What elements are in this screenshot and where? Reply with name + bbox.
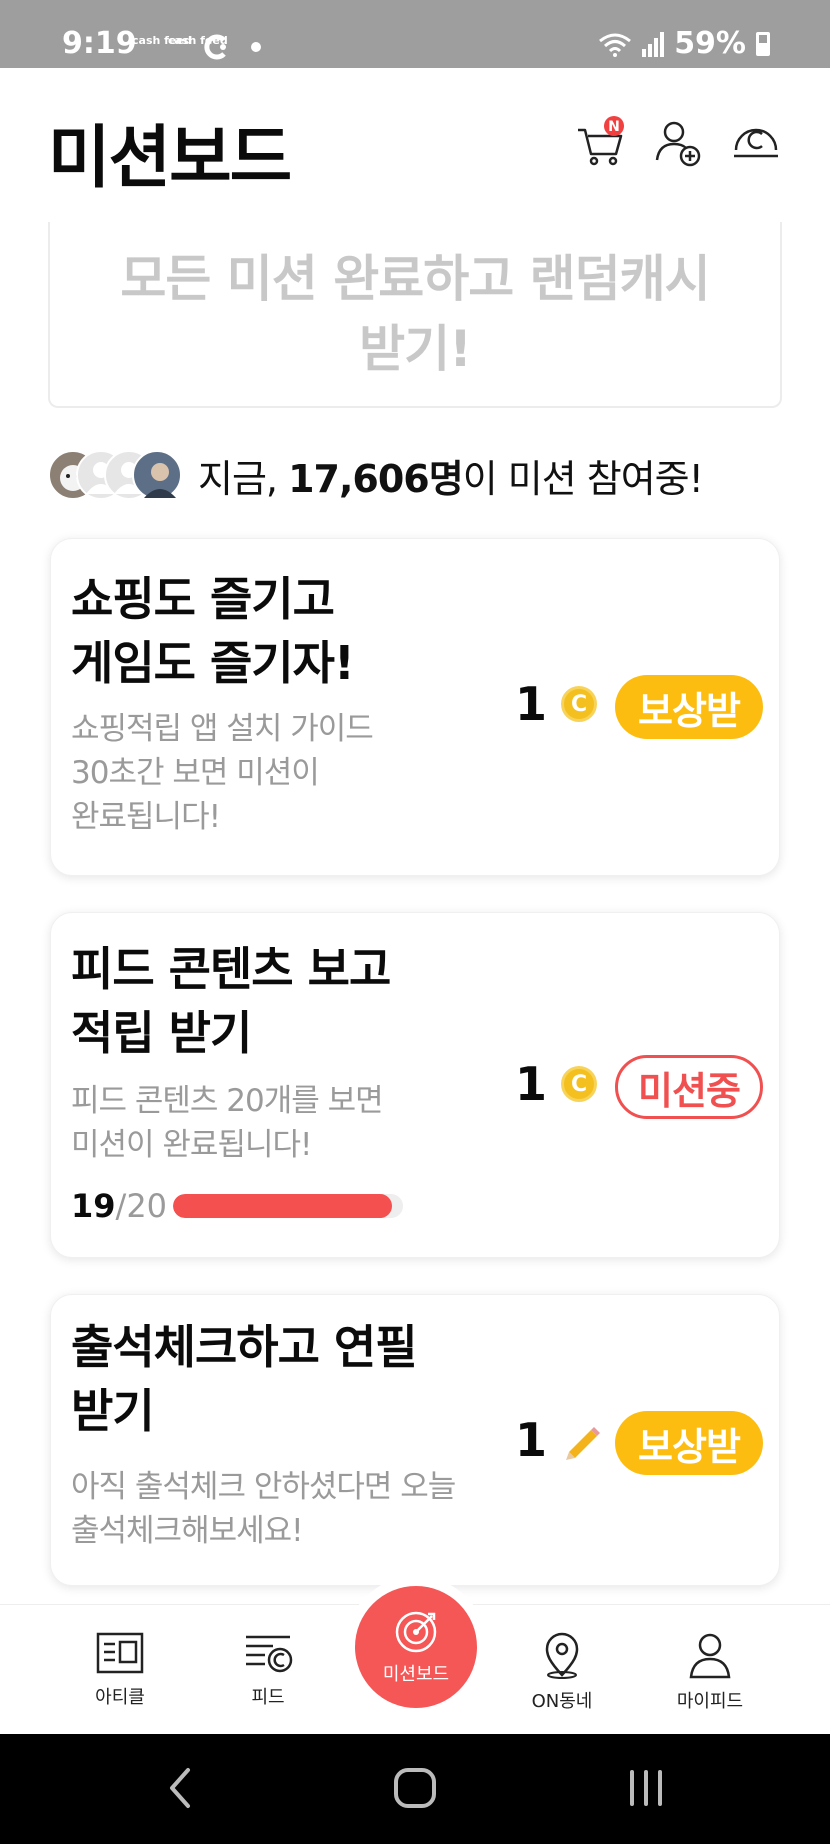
nav-label: 아티클 [95, 1687, 145, 1708]
shopping-cart-icon: N [578, 116, 624, 166]
progress-current: 19 [71, 1187, 116, 1225]
feed-icon [246, 1635, 293, 1673]
battery-percent: 59% [674, 26, 746, 61]
nav-feed[interactable]: 피드 [208, 1631, 328, 1709]
participants-count: 17,606명 [288, 456, 464, 501]
participants-prefix: 지금, [198, 456, 289, 501]
participants-text: 지금, 17,606명이 미션 참여중! [198, 448, 704, 503]
progress-bar [173, 1194, 404, 1218]
mission-description: 쇼핑적립 앱 설치 가이드 30초간 보면 미션이 완료됩니다! [71, 711, 374, 835]
mission-in-progress-button[interactable]: 미션중 [615, 1055, 763, 1119]
cart-button[interactable]: N [574, 116, 626, 168]
mission-card-shopping[interactable]: 쇼핑도 즐기고 게임도 즐기자! 쇼핑적립 앱 설치 가이드 30초간 보면 미… [50, 538, 780, 876]
battery-icon [756, 31, 770, 56]
mission-reward: 1 [515, 1413, 601, 1467]
cash-history-button[interactable] [730, 116, 782, 168]
reward-amount: 1 [515, 677, 548, 731]
add-friend-button[interactable] [652, 116, 704, 168]
recent-apps-icon[interactable] [626, 1766, 666, 1810]
page-title: 미션보드 [48, 119, 292, 198]
cashwalk-notification-icon [204, 34, 226, 60]
location-pin-icon [545, 1632, 579, 1679]
app-header: 미션보드 N [0, 68, 830, 218]
cash-coin-icon [734, 128, 778, 158]
claim-reward-button[interactable]: 보상받 [615, 1411, 763, 1475]
mission-description: 아직 출석체크 안하셨다면 오늘 출석체크해보세요! [71, 1469, 456, 1549]
reward-amount: 1 [515, 1413, 548, 1467]
random-cash-banner[interactable]: 모든 미션 완료하고 랜덤캐시 받기! [48, 222, 782, 408]
mission-card-feed[interactable]: 피드 콘텐츠 보고 적립 받기 피드 콘텐츠 20개를 보면 미션이 완료됩니다… [50, 912, 780, 1258]
nav-mission-board[interactable]: 미션보드 [355, 1586, 477, 1708]
status-time: 9:19 [62, 26, 137, 61]
progress-total: /20 [115, 1187, 168, 1225]
pencil-icon [566, 1427, 601, 1460]
participants-suffix: 이 미션 참여중! [462, 456, 704, 501]
nav-label: 미션보드 [382, 1664, 450, 1685]
coin-icon: C [561, 686, 598, 722]
mission-title: 피드 콘텐츠 보고 적립 받기 [71, 942, 391, 1060]
status-right: 59% [598, 26, 770, 61]
mission-reward: 1 C [515, 1057, 598, 1111]
mission-description: 피드 콘텐츠 20개를 보면 미션이 완료됩니다! [71, 1083, 384, 1163]
nav-article[interactable]: 아티클 [60, 1631, 180, 1709]
person-icon [689, 1633, 731, 1679]
wifi-icon [599, 33, 632, 57]
mission-card-attendance[interactable]: 출석체크하고 연필 받기 아직 출석체크 안하셨다면 오늘 출석체크해보세요! … [50, 1294, 780, 1586]
nav-on-neighborhood[interactable]: ON동네 [502, 1631, 622, 1713]
mission-title: 출석체크하고 연필 받기 [71, 1320, 418, 1438]
home-icon[interactable] [392, 1766, 438, 1810]
banner-text: 모든 미션 완료하고 랜덤캐시 받기! [120, 244, 710, 384]
nav-my-feed[interactable]: 마이피드 [650, 1631, 770, 1713]
status-bar: 9:19 cash feed cash feed 59% [0, 0, 830, 68]
mission-reward: 1 C [515, 677, 598, 731]
cart-badge: N [608, 119, 620, 135]
mission-title: 쇼핑도 즐기고 게임도 즐기자! [71, 572, 355, 690]
reward-amount: 1 [515, 1057, 548, 1111]
nav-label: 피드 [251, 1687, 285, 1708]
person-photo-icon [144, 463, 176, 498]
back-icon[interactable] [166, 1766, 196, 1810]
target-icon [395, 1611, 437, 1653]
article-icon [96, 1632, 144, 1674]
avatar [132, 450, 182, 500]
banner-line-2: 받기! [359, 320, 472, 378]
claim-reward-button[interactable]: 보상받 [615, 675, 763, 739]
coin-icon: C [561, 1066, 598, 1102]
participants-row: 지금, 17,606명이 미션 참여중! [48, 448, 704, 503]
progress-fill [173, 1194, 392, 1218]
nav-label: ON동네 [531, 1691, 593, 1712]
mission-progress: 19 /20 [71, 1187, 404, 1225]
nav-label: 마이피드 [676, 1691, 744, 1712]
banner-line-1: 모든 미션 완료하고 랜덤캐시 [120, 250, 710, 308]
notification-dot [251, 42, 261, 52]
signal-icon [642, 31, 665, 57]
add-friend-icon [655, 121, 701, 167]
participant-avatars [48, 448, 186, 502]
system-navigation-bar [0, 1734, 830, 1844]
